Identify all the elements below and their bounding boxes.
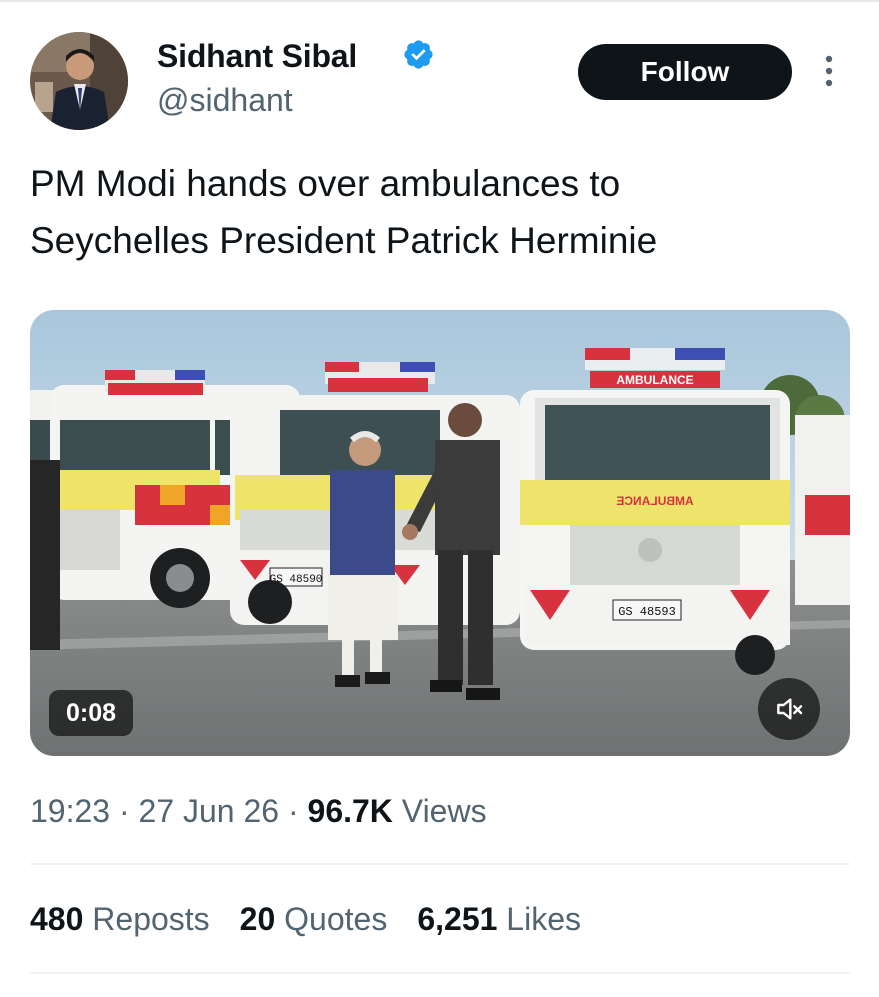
divider	[30, 863, 850, 865]
volume-muted-icon	[777, 698, 803, 720]
engagement-stats: 480 Reposts 20 Quotes 6,251 Likes	[30, 901, 581, 938]
meta-separator: ·	[118, 793, 130, 829]
tweet-text-line: Seychelles President Patrick Herminie	[30, 220, 658, 261]
video-player[interactable]: GS 48590 AMBULANCE AMBULANCE GS 48593 0:…	[30, 310, 850, 756]
avatar[interactable]	[30, 32, 128, 130]
likes-label: Likes	[506, 901, 581, 937]
ambulance-mirror-label: AMBULANCE	[616, 494, 693, 508]
quotes-stat[interactable]: 20 Quotes	[240, 901, 388, 937]
video-duration: 0:08	[49, 690, 133, 736]
tweet-time[interactable]: 19:23	[30, 793, 110, 829]
likes-count: 6,251	[417, 901, 498, 937]
likes-stat[interactable]: 6,251 Likes	[417, 901, 581, 937]
quotes-count: 20	[239, 901, 276, 937]
views-count: 96.7K	[307, 793, 393, 829]
author-name[interactable]: Sidhant Sibal	[157, 38, 357, 75]
verified-badge-icon	[404, 40, 433, 69]
video-frame: GS 48590 AMBULANCE AMBULANCE GS 48593	[30, 310, 850, 756]
quotes-label: Quotes	[284, 901, 388, 937]
meta-separator: ·	[287, 793, 299, 829]
tweet-text: PM Modi hands over ambulances to Seychel…	[30, 155, 850, 269]
plate-center: GS 48593	[618, 605, 676, 619]
author-handle[interactable]: @sidhant	[157, 82, 293, 119]
divider	[30, 972, 850, 974]
tweet-date[interactable]: 27 Jun 26	[139, 793, 280, 829]
more-vertical-icon[interactable]	[818, 54, 840, 88]
tweet-meta: 19:23 · 27 Jun 26 · 96.7K Views	[30, 793, 487, 830]
reposts-count: 480	[30, 901, 84, 937]
reposts-stat[interactable]: 480 Reposts	[30, 901, 210, 937]
follow-button[interactable]: Follow	[578, 44, 792, 100]
ambulance-label: AMBULANCE	[616, 373, 693, 387]
tweet-text-line: PM Modi hands over ambulances to	[30, 163, 621, 204]
mute-button[interactable]	[758, 678, 820, 740]
top-border	[0, 0, 879, 2]
reposts-label: Reposts	[92, 901, 210, 937]
views-label: Views	[401, 793, 487, 829]
